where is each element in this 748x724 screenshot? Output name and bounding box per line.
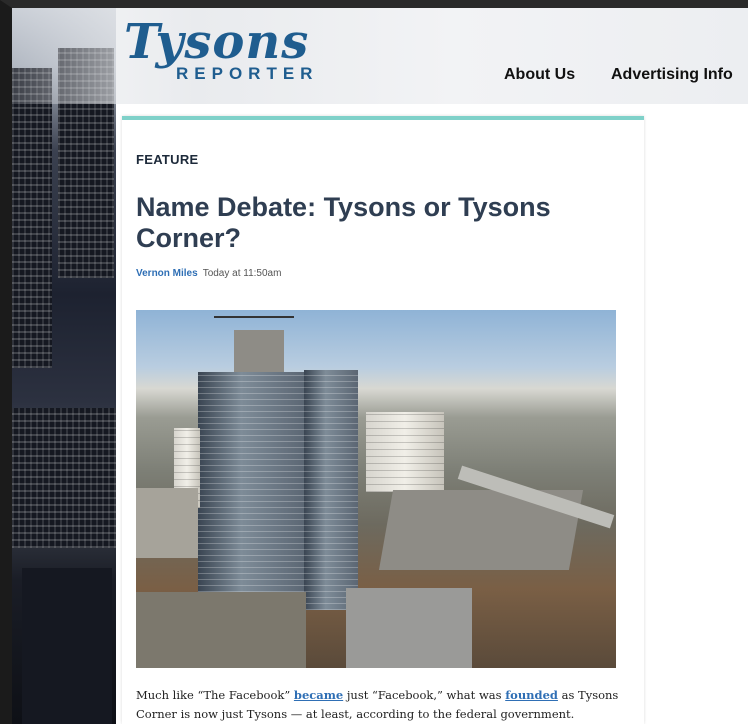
site-logo-subtitle[interactable]: REPORTER — [176, 64, 318, 84]
nav-advertising-info[interactable]: Advertising Info — [611, 66, 733, 84]
skyline-tower — [22, 568, 112, 724]
city-skyline-background — [12, 8, 116, 724]
article-lede: Much like “The Facebook” became just “Fa… — [136, 686, 636, 724]
article-headline: Name Debate: Tysons or Tysons Corner? — [136, 192, 551, 253]
link-became[interactable]: became — [294, 688, 343, 702]
article-byline: Vernon Miles Today at 11:50am — [136, 268, 281, 279]
article-photo — [136, 310, 616, 668]
photo-low-building — [136, 592, 306, 668]
skyline-tower — [12, 68, 52, 368]
article-date: Today at 11:50am — [202, 268, 282, 279]
photo-tower-top — [234, 330, 284, 372]
site-logo[interactable]: Tysons — [124, 14, 309, 70]
site-header — [12, 8, 748, 104]
photo-low-building — [346, 588, 472, 668]
skyline-tower — [12, 408, 116, 548]
lede-text: just “Facebook,” what was — [343, 688, 506, 702]
author-link[interactable]: Vernon Miles — [136, 268, 198, 279]
article-card: FEATURE Name Debate: Tysons or Tysons Co… — [122, 116, 644, 724]
nav-about-us[interactable]: About Us — [504, 66, 575, 84]
article-category[interactable]: FEATURE — [136, 152, 199, 167]
photo-tower — [304, 370, 358, 610]
lede-text: Much like “The Facebook” — [136, 688, 294, 702]
photo-low-building — [136, 488, 198, 558]
photo-building — [366, 412, 444, 492]
photo-crane — [214, 316, 294, 318]
link-founded[interactable]: founded — [505, 688, 558, 702]
